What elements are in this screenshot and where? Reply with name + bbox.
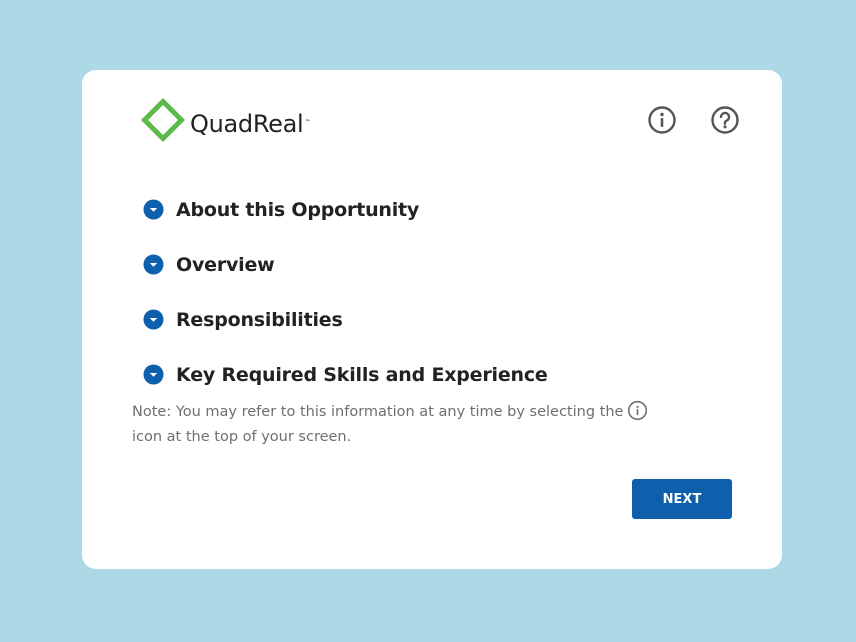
section-overview[interactable]: Overview <box>143 237 548 292</box>
help-button[interactable] <box>710 105 740 135</box>
onboarding-card: QuadReal ™ About this Opportunity Overvi <box>82 70 782 569</box>
quadreal-logo: QuadReal ™ <box>139 96 310 144</box>
section-label: Key Required Skills and Experience <box>176 363 548 386</box>
accordion-sections: About this Opportunity Overview Responsi… <box>143 182 548 402</box>
info-button[interactable] <box>647 105 677 135</box>
section-key-skills[interactable]: Key Required Skills and Experience <box>143 347 548 402</box>
brand-trademark: ™ <box>304 119 311 126</box>
chevron-down-circle-icon <box>143 254 164 275</box>
note-text-after: icon at the top of your screen. <box>132 429 352 445</box>
chevron-down-circle-icon <box>143 309 164 330</box>
info-note: Note: You may refer to this information … <box>132 400 712 450</box>
section-label: About this Opportunity <box>176 198 420 221</box>
note-text-before: Note: You may refer to this information … <box>132 404 624 420</box>
brand-name: QuadReal <box>190 110 304 138</box>
next-button[interactable]: NEXT <box>632 479 732 519</box>
section-about-opportunity[interactable]: About this Opportunity <box>143 182 548 237</box>
chevron-down-circle-icon <box>143 364 164 385</box>
info-circle-icon <box>648 106 676 134</box>
section-label: Overview <box>176 253 275 276</box>
question-circle-icon <box>711 106 739 134</box>
section-label: Responsibilities <box>176 308 343 331</box>
info-circle-icon <box>627 400 648 421</box>
chevron-down-circle-icon <box>143 199 164 220</box>
quadreal-logo-mark-icon <box>141 98 185 142</box>
section-responsibilities[interactable]: Responsibilities <box>143 292 548 347</box>
